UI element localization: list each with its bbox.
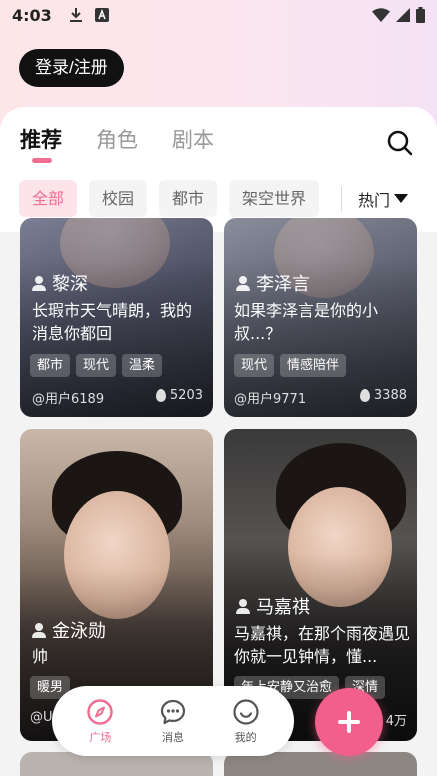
signal-icon xyxy=(396,8,410,22)
tab-scripts[interactable]: 剧本 xyxy=(172,124,214,154)
tag: 现代 xyxy=(76,354,117,377)
bottom-nav: 广场 消息 我的 xyxy=(52,686,294,756)
flame-icon xyxy=(359,389,370,402)
card-tags: 现代 情感陪伴 xyxy=(234,354,347,377)
nav-square[interactable]: 广场 xyxy=(86,698,114,745)
card-description: 长瑕市天气晴朗，我的消息你都回 xyxy=(32,301,193,343)
card-name: 李泽言 xyxy=(236,270,310,296)
nav-messages[interactable]: 消息 xyxy=(159,698,187,745)
filter-urban[interactable]: 都市 xyxy=(159,180,218,217)
category-tabs: 推荐 角色 剧本 xyxy=(20,124,214,163)
card-name-text: 李泽言 xyxy=(256,274,310,295)
nav-profile-label: 我的 xyxy=(234,730,257,744)
chat-icon xyxy=(160,699,186,724)
create-plus-button[interactable] xyxy=(315,688,383,756)
sort-dropdown[interactable]: 热门 xyxy=(358,187,409,211)
card-name: 金泳勋 xyxy=(32,617,106,643)
tab-characters[interactable]: 角色 xyxy=(96,124,138,154)
card-author: @用户9771 xyxy=(234,392,307,407)
nav-square-label: 广场 xyxy=(89,730,112,744)
filter-divider xyxy=(341,186,342,212)
card-description: 马嘉祺，在那个雨夜遇见你就一见钟情，懂... xyxy=(234,624,411,666)
character-card-1[interactable]: 黎深 长瑕市天气晴朗，我的消息你都回 都市 现代 温柔 @用户6189 5203 xyxy=(20,218,213,417)
filter-chips: 全部 校园 都市 架空世界 xyxy=(19,180,320,217)
user-icon xyxy=(32,622,46,638)
user-icon xyxy=(236,275,250,291)
card-heat-count: 5203 xyxy=(169,388,203,403)
wifi-icon xyxy=(372,8,390,22)
login-register-button[interactable]: 登录/注册 xyxy=(19,49,124,87)
tag: 现代 xyxy=(234,354,275,377)
card-author: @U xyxy=(30,710,53,725)
tab-recommend-label: 推荐 xyxy=(20,128,62,152)
tag: 情感陪伴 xyxy=(280,354,347,377)
card-heat-count: 4万 xyxy=(385,714,407,729)
character-card-2[interactable]: 李泽言 如果李泽言是你的小叔...？ 现代 情感陪伴 @用户9771 3388 xyxy=(224,218,417,417)
card-name: 黎深 xyxy=(32,270,88,296)
download-icon xyxy=(68,7,84,23)
filter-campus[interactable]: 校园 xyxy=(89,180,148,217)
tab-scripts-label: 剧本 xyxy=(172,128,214,152)
caret-down-icon xyxy=(394,194,409,203)
card-name: 马嘉祺 xyxy=(236,593,310,619)
tab-recommend[interactable]: 推荐 xyxy=(20,124,62,163)
user-icon xyxy=(236,598,250,614)
sort-label: 热门 xyxy=(358,191,391,210)
user-icon xyxy=(32,275,46,291)
card-heat-count: 3388 xyxy=(373,388,407,403)
battery-icon xyxy=(416,7,425,23)
status-bar: 4:03 xyxy=(0,0,437,30)
status-time: 4:03 xyxy=(12,5,52,25)
filter-all[interactable]: 全部 xyxy=(19,180,78,217)
card-description: 如果李泽言是你的小叔...？ xyxy=(234,301,379,343)
card-author: @用户6189 xyxy=(32,392,105,407)
card-heat: 5203 xyxy=(155,388,203,403)
tag: 温柔 xyxy=(122,354,163,377)
search-icon[interactable] xyxy=(386,129,414,157)
card-name-text: 马嘉祺 xyxy=(256,597,310,618)
smile-icon xyxy=(233,698,259,725)
compass-icon xyxy=(87,698,114,725)
card-name-text: 黎深 xyxy=(52,274,88,295)
flame-icon xyxy=(155,389,166,402)
card-tags: 都市 现代 温柔 xyxy=(30,354,163,377)
filter-fantasy-world[interactable]: 架空世界 xyxy=(229,180,320,217)
tab-characters-label: 角色 xyxy=(96,128,138,152)
tab-active-indicator xyxy=(32,158,52,163)
app-notification-icon xyxy=(94,7,110,23)
tag: 都市 xyxy=(30,354,71,377)
card-heat: 3388 xyxy=(359,388,407,403)
nav-messages-label: 消息 xyxy=(161,730,184,744)
card-description: 帅 xyxy=(32,647,49,666)
card-name-text: 金泳勋 xyxy=(52,621,106,642)
nav-profile[interactable]: 我的 xyxy=(232,698,260,745)
